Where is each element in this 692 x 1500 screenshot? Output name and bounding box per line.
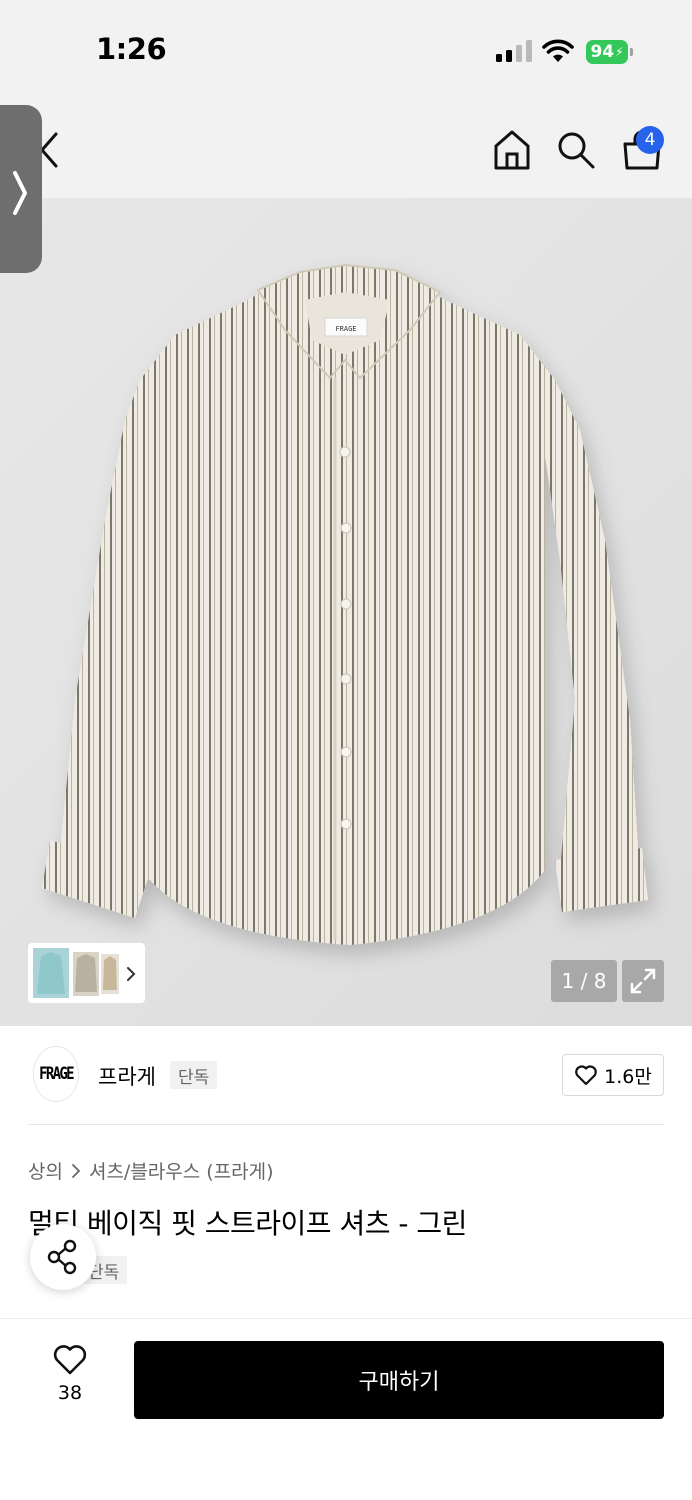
cart-count-badge: 4 [636, 126, 664, 154]
expand-fullscreen-button[interactable] [622, 960, 664, 1002]
breadcrumb-category[interactable]: 상의 [28, 1157, 63, 1184]
wishlist-count: 38 [57, 1382, 83, 1404]
chevron-right-icon [13, 171, 27, 215]
share-icon [47, 1239, 77, 1275]
breadcrumb-subcategory[interactable]: 셔츠/블라우스 (프라게) [89, 1157, 274, 1184]
share-button[interactable] [30, 1224, 96, 1290]
image-counter: 1 / 8 [551, 960, 617, 1002]
side-drawer-toggle[interactable] [0, 105, 42, 273]
svg-text:FRAGE: FRAGE [335, 325, 356, 333]
variant-thumbnail-images [33, 948, 136, 998]
chevron-right-icon [72, 1163, 81, 1178]
status-time: 1:26 [96, 32, 167, 66]
battery-indicator: 94 ⚡ [586, 40, 634, 64]
brand-like-count: 1.6만 [604, 1065, 652, 1088]
battery-level: 94 [590, 42, 615, 62]
home-icon[interactable] [491, 128, 533, 172]
color-variant-thumbnails[interactable] [28, 943, 145, 1003]
heart-icon [575, 1065, 597, 1086]
product-shirt-image: FRAGE [42, 263, 648, 945]
section-divider [28, 1124, 664, 1125]
product-image-gallery[interactable]: FRAGE [0, 198, 692, 1026]
status-bar: 1:26 94 ⚡ [0, 0, 692, 100]
brand-like-button[interactable]: 1.6만 [562, 1054, 664, 1096]
exclusive-tag: 단독 [170, 1061, 218, 1089]
breadcrumb: 상의 셔츠/블라우스 (프라게) [28, 1157, 274, 1184]
expand-icon [630, 968, 656, 994]
brand-logo[interactable]: FRAGE [33, 1046, 79, 1102]
wishlist-button[interactable]: 38 [40, 1342, 100, 1412]
brand-name[interactable]: 프라게 [98, 1061, 156, 1091]
buy-button[interactable]: 구매하기 [134, 1341, 664, 1419]
wifi-icon [542, 39, 574, 62]
heart-icon [53, 1345, 87, 1375]
charging-bolt-icon: ⚡ [615, 45, 624, 59]
search-icon[interactable] [556, 130, 596, 170]
cellular-signal-icon [496, 40, 532, 62]
